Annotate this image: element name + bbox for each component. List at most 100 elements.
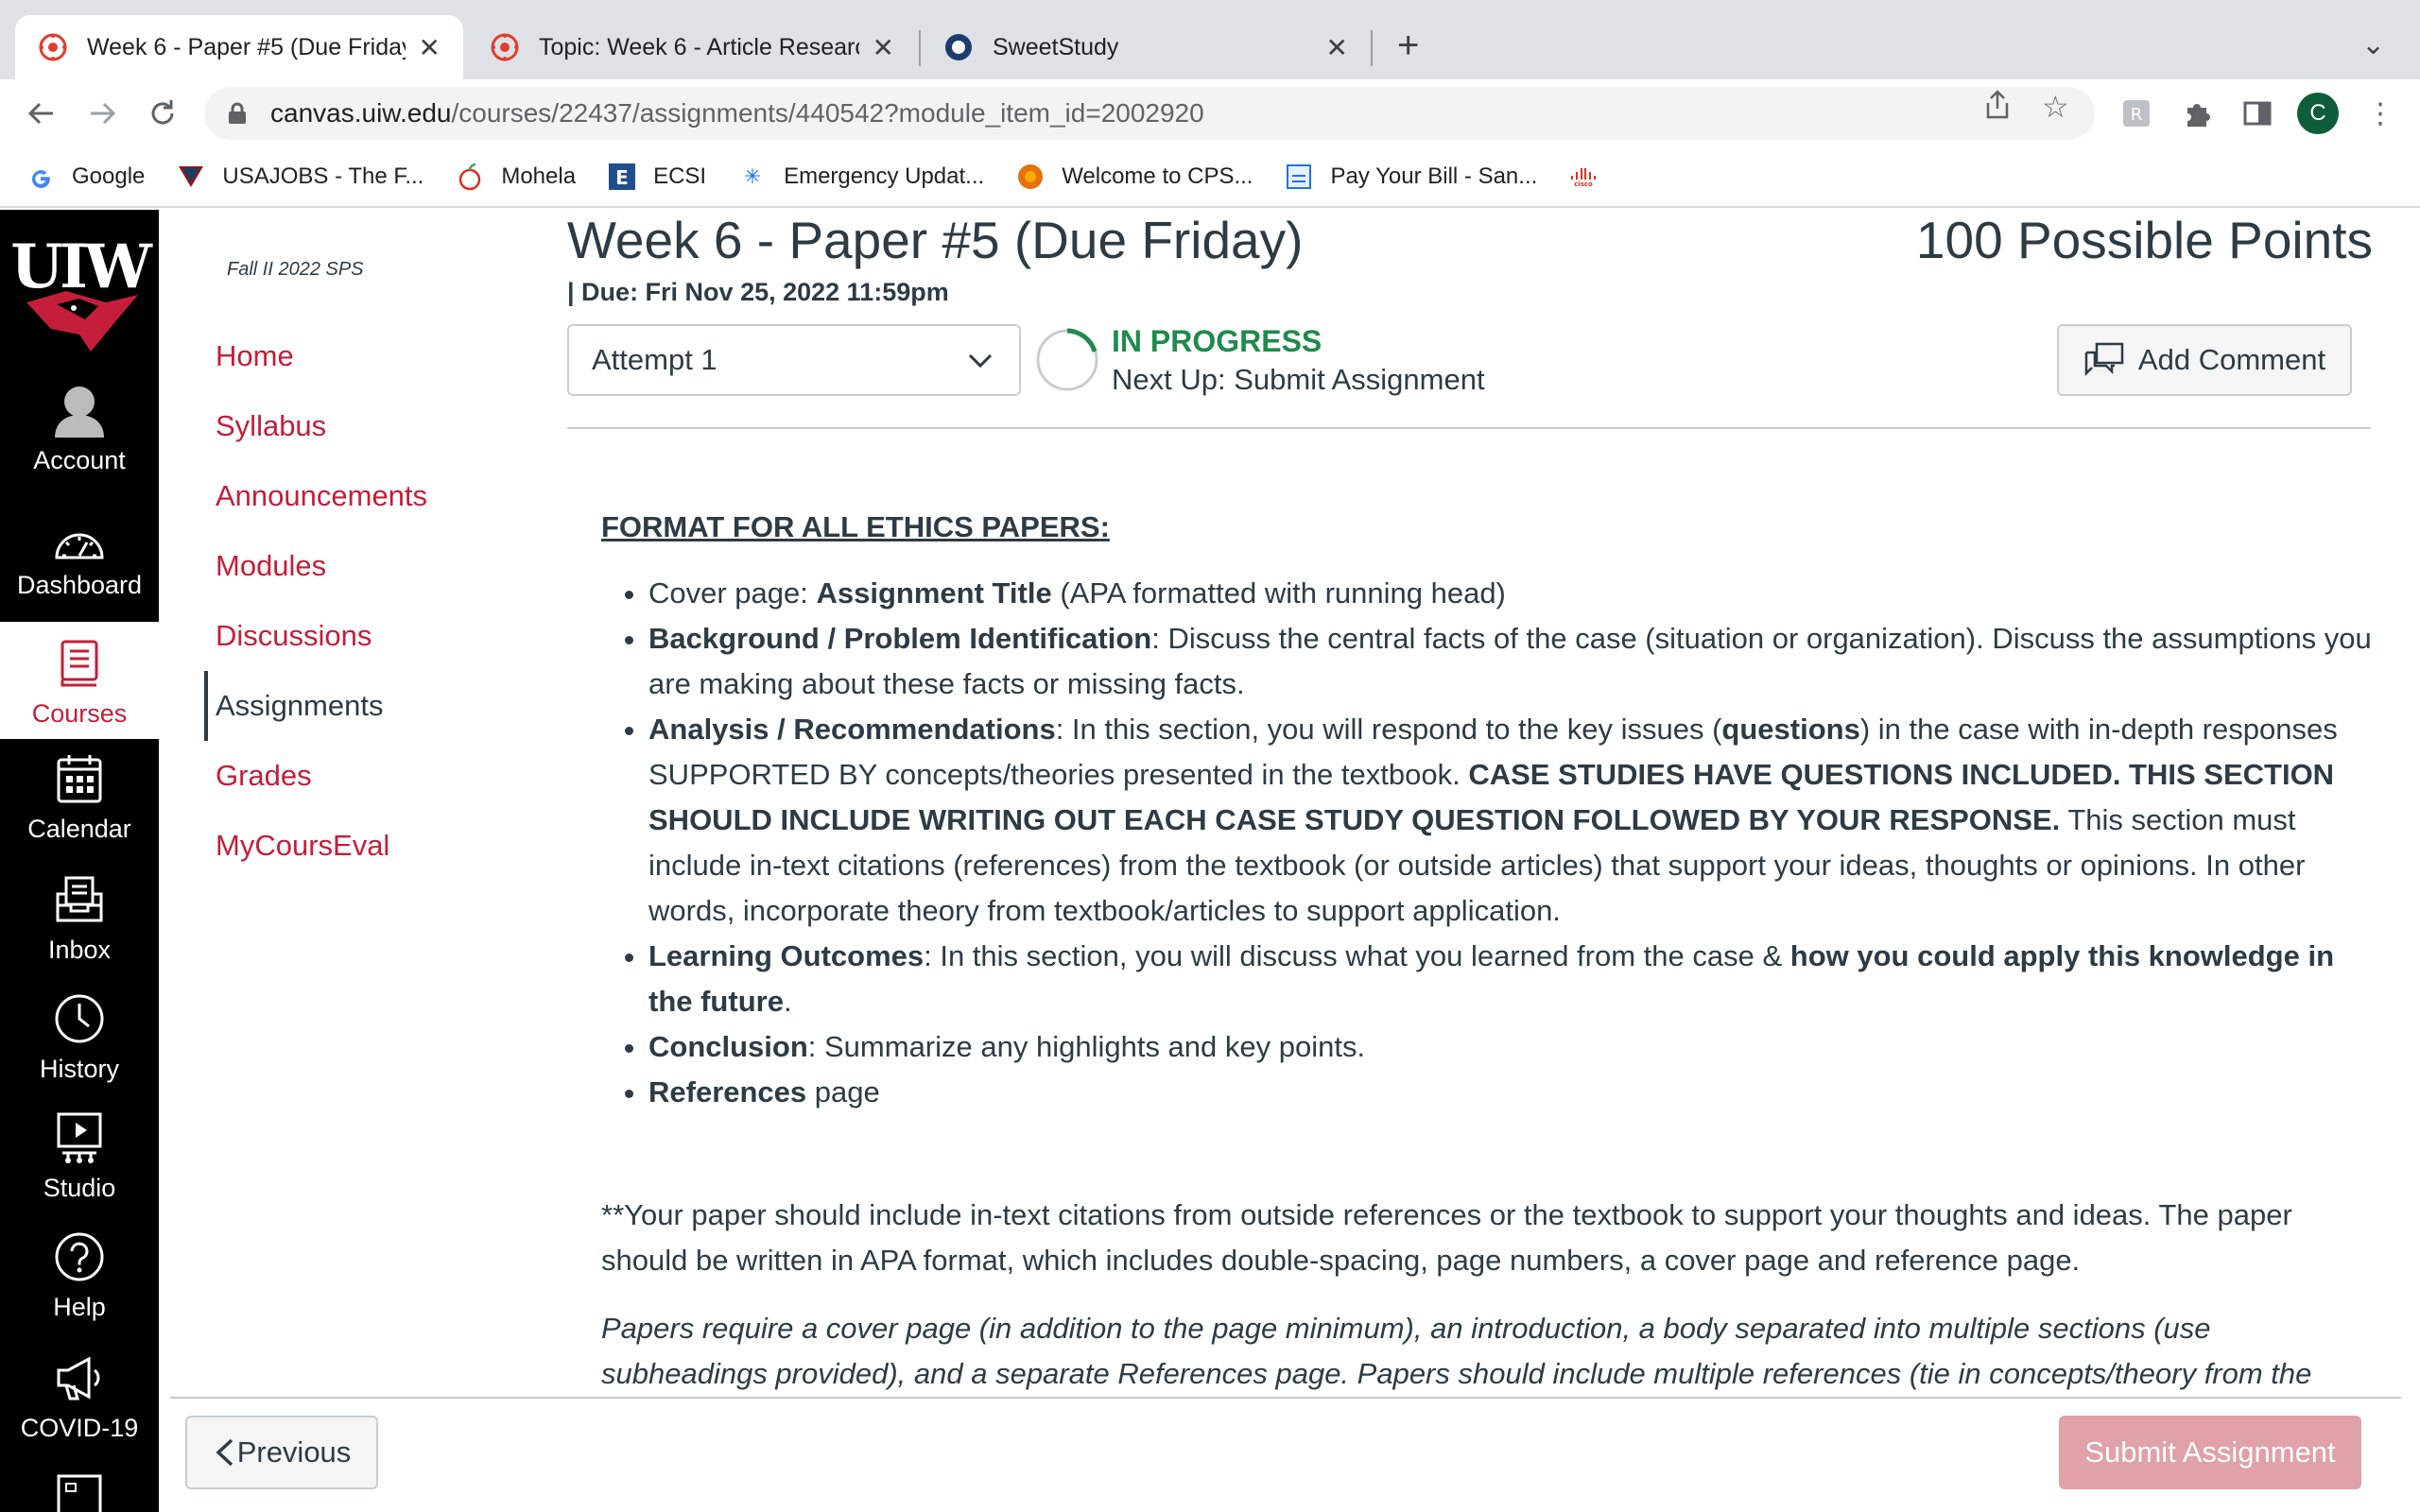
star-icon[interactable]: ☆ <box>2042 89 2069 125</box>
possible-points: 100 Possible Points <box>1915 211 2373 269</box>
svg-text:cisco: cisco <box>1574 180 1593 187</box>
back-icon[interactable] <box>21 93 62 134</box>
list-item: Learning Outcomes: In this section, you … <box>648 934 2375 1024</box>
cps-icon <box>1016 163 1045 191</box>
bookmarks-bar: Google USAJOBS - The F... Mohela E ECSI … <box>0 147 2420 208</box>
divider <box>567 427 2371 429</box>
kebab-menu-icon[interactable]: ⋮ <box>2363 96 2397 130</box>
studio-icon <box>51 1109 108 1166</box>
share-icon[interactable] <box>1983 89 2012 129</box>
account-icon <box>51 382 108 438</box>
browser-tab-strip: Week 6 - Paper #5 (Due Friday) ✕ Topic: … <box>0 0 2420 79</box>
due-date: | Due: Fri Nov 25, 2022 11:59pm <box>567 278 949 306</box>
tab-title: SweetStudy <box>993 33 1119 60</box>
attempt-select[interactable]: Attempt 1 <box>567 324 1021 396</box>
cisco-icon: cisco <box>1569 163 1598 191</box>
inbox-icon <box>51 871 108 928</box>
list-item: Cover page: Assignment Title (APA format… <box>648 571 2375 616</box>
history-icon <box>51 990 108 1047</box>
puzzle-icon[interactable] <box>2180 96 2214 130</box>
course-term: Fall II 2022 SPS <box>227 259 364 280</box>
tab-separator <box>1371 30 1373 66</box>
sidepanel-icon[interactable] <box>2240 96 2274 130</box>
course-nav-grades[interactable]: Grades <box>204 741 544 811</box>
course-nav-assignments[interactable]: Assignments <box>204 671 544 741</box>
more-nav-icon[interactable] <box>53 1472 106 1512</box>
list-item: Analysis / Recommendations: In this sect… <box>648 707 2375 934</box>
browser-tab-3[interactable]: SweetStudy ✕ <box>921 15 1371 79</box>
global-nav-inbox[interactable]: Inbox <box>0 871 159 988</box>
status-badge: IN PROGRESS <box>1112 324 1322 358</box>
courses-icon <box>51 635 108 692</box>
description-heading: FORMAT FOR ALL ETHICS PAPERS: <box>601 510 1110 543</box>
global-nav-studio[interactable]: Studio <box>0 1109 159 1227</box>
snowflake-icon: ✳ <box>743 164 762 188</box>
page-title: Week 6 - Paper #5 (Due Friday) <box>567 211 1304 269</box>
calendar-icon <box>51 750 108 807</box>
list-item: References page <box>648 1070 2375 1115</box>
course-nav-discussions[interactable]: Discussions <box>204 601 544 671</box>
uiw-logo[interactable]: UIW <box>0 229 159 361</box>
browser-tab-1[interactable]: Week 6 - Paper #5 (Due Friday) ✕ <box>15 15 463 79</box>
avatar[interactable]: C <box>2297 93 2339 134</box>
extension-r-icon[interactable]: R <box>2119 96 2153 130</box>
global-navigation: UIW Account Dashboard Courses Calendar I… <box>0 210 159 1512</box>
svg-text:E: E <box>615 166 629 189</box>
course-navigation: Home Syllabus Announcements Modules Disc… <box>204 321 544 881</box>
browser-tab-2[interactable]: Topic: Week 6 - Article Research ✕ <box>467 15 917 79</box>
chevron-down-icon[interactable]: ⌄ <box>2361 28 2385 61</box>
mohela-icon <box>456 163 484 191</box>
next-up-text: Next Up: Submit Assignment <box>1112 363 1485 396</box>
url-text: canvas.uiw.edu/courses/22437/assignments… <box>270 98 1204 128</box>
new-tab-icon[interactable]: + <box>1397 26 1419 64</box>
list-item: Conclusion: Summarize any highlights and… <box>648 1024 2375 1070</box>
attempt-select-value: Attempt 1 <box>592 343 717 376</box>
global-nav-history[interactable]: History <box>0 990 159 1108</box>
close-icon[interactable]: ✕ <box>419 32 441 63</box>
forward-icon[interactable] <box>81 93 123 134</box>
dashboard-icon <box>51 522 108 563</box>
address-bar[interactable]: canvas.uiw.edu/courses/22437/assignments… <box>204 87 2095 140</box>
submit-assignment-button[interactable]: Submit Assignment <box>2059 1416 2361 1489</box>
close-icon[interactable]: ✕ <box>1326 32 1348 63</box>
global-nav-account[interactable]: Account <box>0 382 159 499</box>
bookmark-pay-bill[interactable]: Pay Your Bill - San... <box>1285 163 1537 191</box>
assignment-description: FORMAT FOR ALL ETHICS PAPERS: Cover page… <box>601 505 2375 1442</box>
lock-icon <box>229 102 246 124</box>
tab-title: Topic: Week 6 - Article Research <box>539 33 859 60</box>
reload-icon[interactable] <box>142 93 183 134</box>
bookmark-ecsi[interactable]: E ECSI <box>608 163 706 191</box>
bill-icon <box>1285 163 1313 191</box>
course-nav-modules[interactable]: Modules <box>204 531 544 601</box>
global-nav-covid[interactable]: COVID-19 <box>0 1349 159 1467</box>
close-icon[interactable]: ✕ <box>873 32 894 63</box>
chevron-down-icon <box>968 353 993 369</box>
citation-paragraph: **Your paper should include in-text cita… <box>601 1198 2292 1277</box>
progress-ring-icon <box>1036 328 1098 391</box>
course-nav-announcements[interactable]: Announcements <box>204 461 544 531</box>
list-item: Background / Problem Identification: Dis… <box>648 616 2375 707</box>
megaphone-icon <box>51 1349 108 1406</box>
google-icon <box>26 163 55 191</box>
course-nav-mycourseval[interactable]: MyCoursEval <box>204 811 544 881</box>
global-nav-courses[interactable]: Courses <box>0 622 159 739</box>
bookmark-mohela[interactable]: Mohela <box>456 163 576 191</box>
global-nav-calendar[interactable]: Calendar <box>0 750 159 868</box>
canvas-icon <box>39 33 67 61</box>
course-nav-home[interactable]: Home <box>204 321 544 391</box>
format-list: Cover page: Assignment Title (APA format… <box>601 571 2375 1115</box>
bookmark-cps[interactable]: Welcome to CPS... <box>1016 163 1253 191</box>
chevron-left-icon <box>216 1438 233 1467</box>
global-nav-help[interactable]: Help <box>0 1228 159 1346</box>
help-icon <box>51 1228 108 1285</box>
ecsi-icon: E <box>608 163 636 191</box>
add-comment-button[interactable]: Add Comment <box>2057 324 2352 396</box>
svg-text:UIW: UIW <box>10 232 153 302</box>
previous-button[interactable]: Previous <box>185 1416 378 1489</box>
bookmark-cisco[interactable]: cisco <box>1569 163 1615 191</box>
bookmark-usajobs[interactable]: USAJOBS - The F... <box>177 163 424 191</box>
course-nav-syllabus[interactable]: Syllabus <box>204 391 544 461</box>
usajobs-icon <box>177 163 205 191</box>
bookmark-emergency-updates[interactable]: ✳ Emergency Updat... <box>738 163 984 191</box>
bookmark-google[interactable]: Google <box>26 163 145 191</box>
